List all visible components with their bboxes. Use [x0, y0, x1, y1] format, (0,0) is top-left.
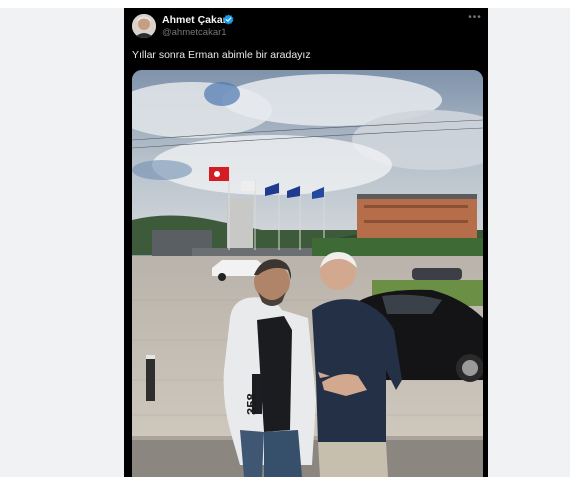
verified-badge-icon [223, 14, 234, 25]
avatar-photo [132, 14, 156, 38]
tweet-photo[interactable]: 358 [132, 70, 483, 477]
more-options-icon[interactable]: ••• [468, 12, 482, 24]
author-handle[interactable]: @ahmetcakar1 [162, 27, 227, 38]
photo-scene: 358 [132, 70, 483, 477]
avatar[interactable] [132, 14, 156, 38]
tweet-card[interactable]: Ahmet Çakar @ahmetcakar1 ••• Yıllar sonr… [124, 8, 488, 477]
tweet-text: Yıllar sonra Erman abimle bir aradayız [132, 49, 311, 61]
jacket-print: 358 [244, 393, 259, 415]
author-name[interactable]: Ahmet Çakar [162, 14, 227, 26]
